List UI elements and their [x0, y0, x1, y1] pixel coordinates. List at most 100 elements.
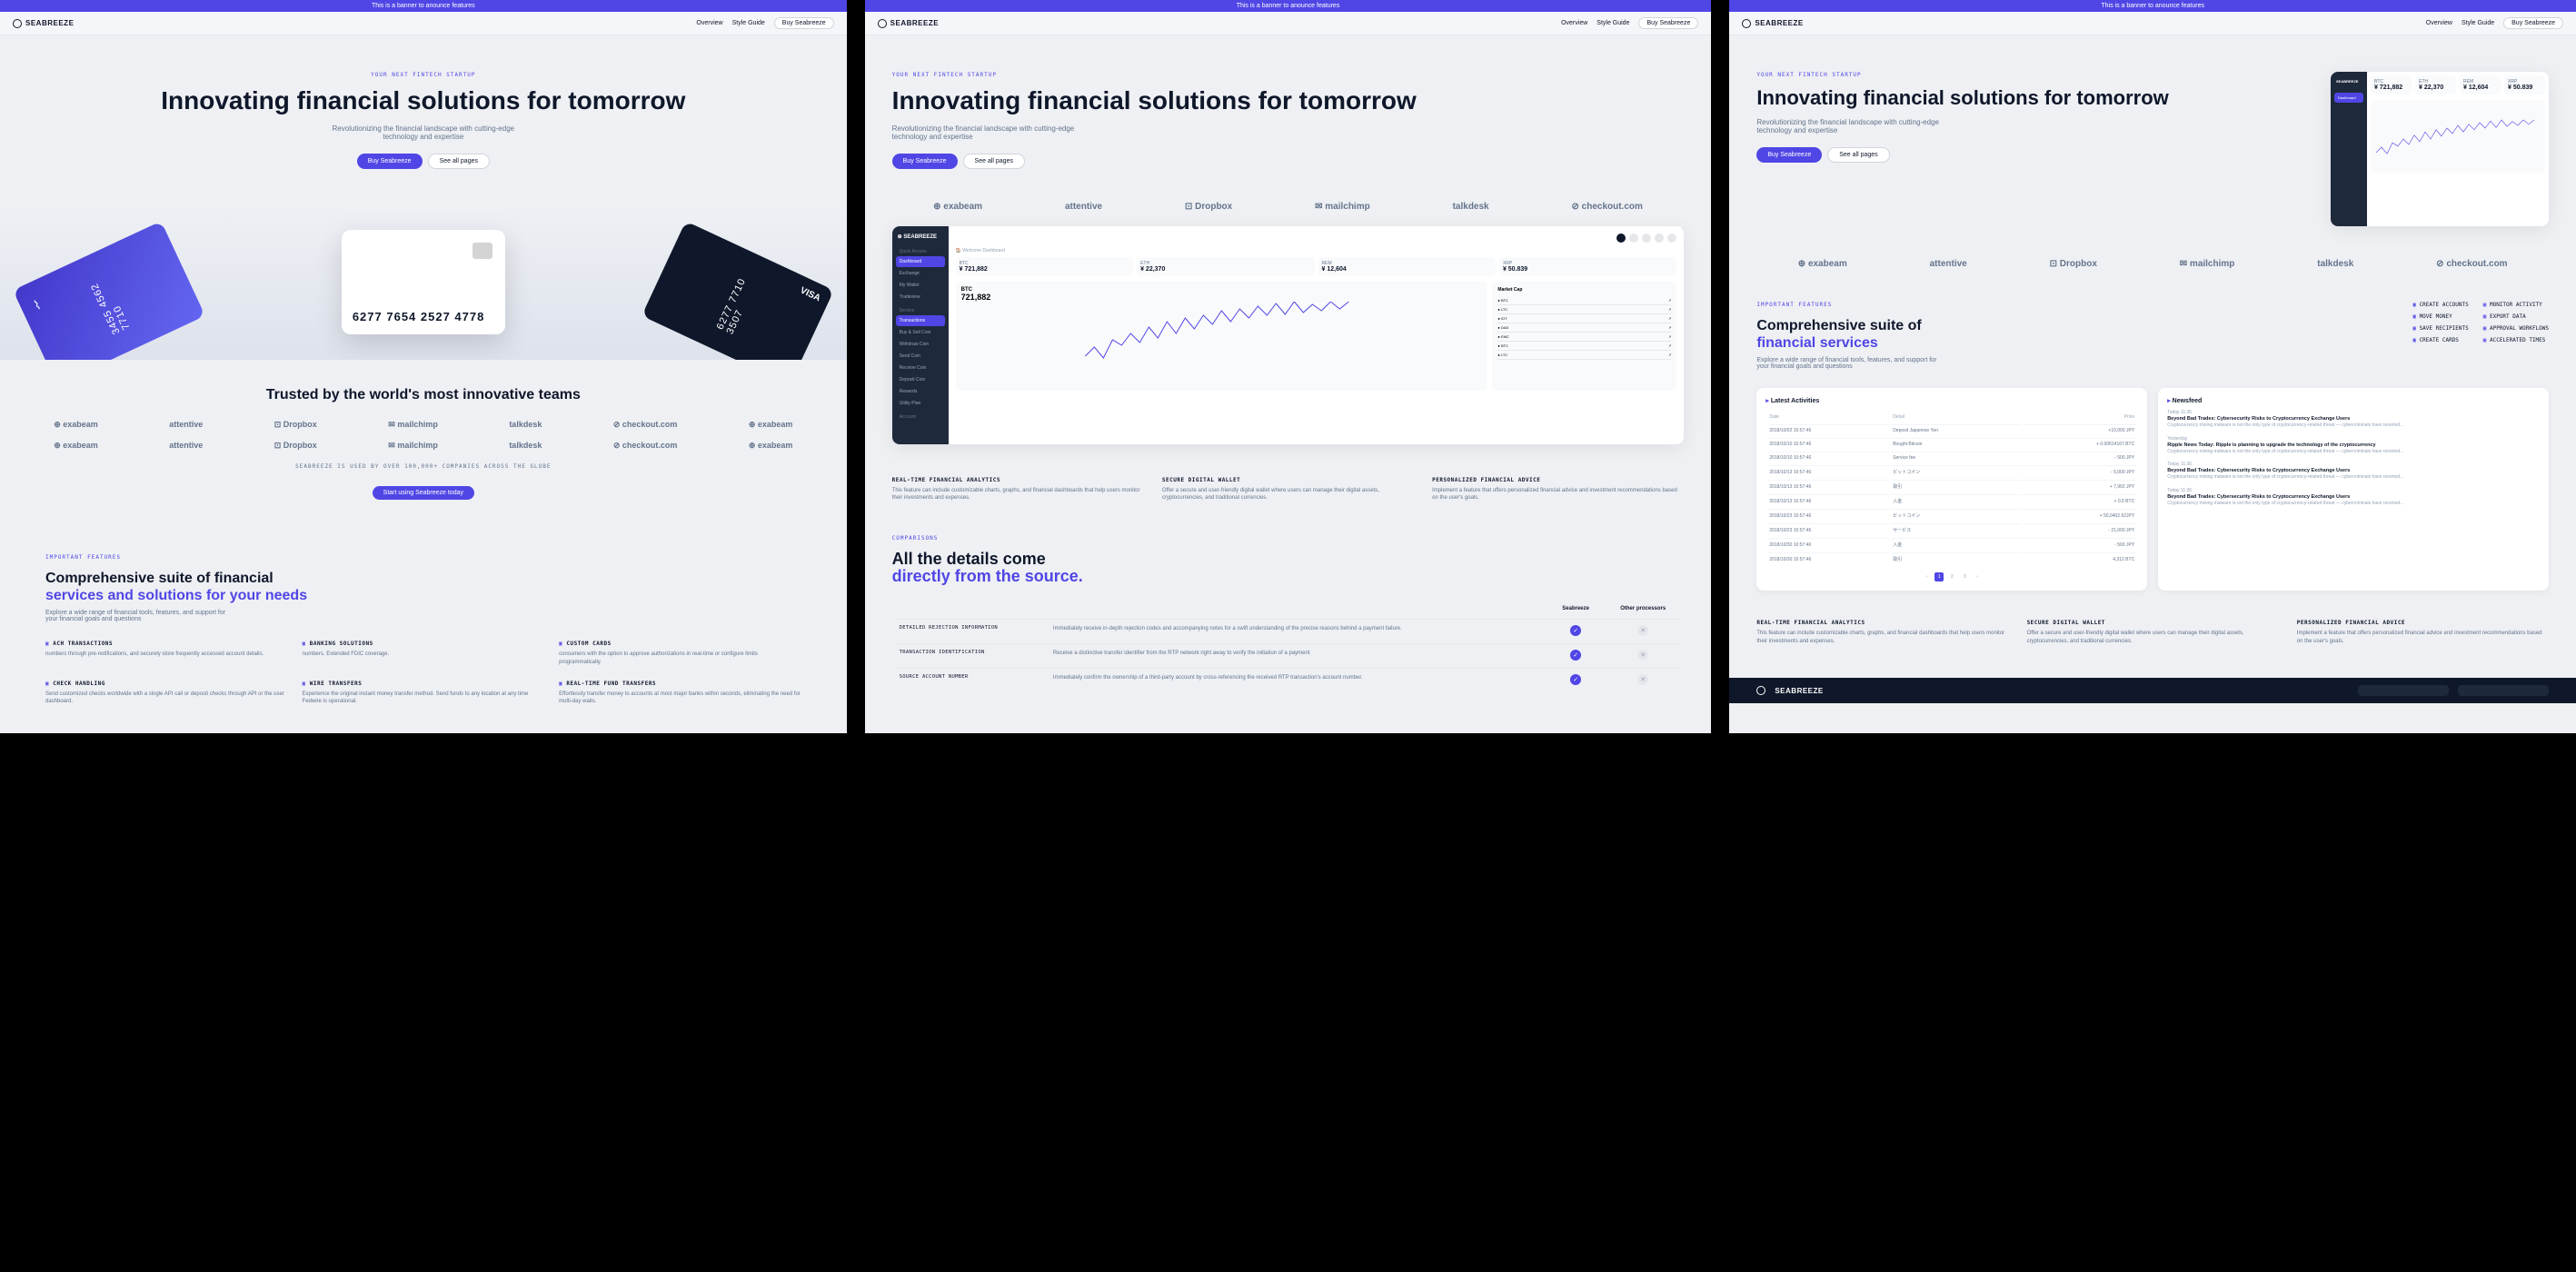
- coin-row[interactable]: ● LTC↗: [1497, 305, 1671, 314]
- footer-input[interactable]: [2358, 685, 2449, 696]
- logo-exabeam: ⊕ exabeam: [933, 202, 982, 212]
- buy-button[interactable]: Buy Seabreeze: [1756, 147, 1822, 163]
- announcement-banner[interactable]: This is a banner to anounce features: [865, 0, 1712, 12]
- page-2[interactable]: 2: [1947, 572, 1956, 581]
- activity-row[interactable]: 2018/10/23 10:57:46ビットコイン+ 50,0402.52JPY: [1767, 509, 2136, 522]
- logo-talkdesk: talkdesk: [509, 420, 542, 429]
- panel-3: This is a banner to anounce features SEA…: [1729, 0, 2576, 733]
- coin-row[interactable]: ● IOT↗: [1497, 314, 1671, 323]
- gear-icon[interactable]: [1642, 234, 1651, 243]
- avatar-icon[interactable]: [1616, 234, 1626, 243]
- see-pages-button[interactable]: See all pages: [963, 154, 1025, 169]
- sidebar-dashboard[interactable]: Dashboard: [2334, 93, 2363, 103]
- page-next[interactable]: ›: [1973, 572, 1982, 581]
- coin-row[interactable]: ● BTC↗: [1497, 296, 1671, 305]
- cross-icon: ✕: [1637, 650, 1648, 661]
- features-title: Comprehensive suite of financialservices…: [45, 570, 801, 604]
- activity-row[interactable]: 2018/10/23 10:57:46サービス- 21,000 JPY: [1767, 523, 2136, 536]
- widget-title: Latest Activities: [1765, 397, 2138, 404]
- breadcrumb: 🏠 Welcome Dashboard: [956, 248, 1677, 253]
- see-pages-button[interactable]: See all pages: [428, 154, 490, 169]
- see-pages-button[interactable]: See all pages: [1827, 147, 1889, 163]
- logo-icon: [1742, 19, 1751, 28]
- nav-overview[interactable]: Overview: [1561, 20, 1587, 26]
- sidebar-deposit[interactable]: Deposit Coin: [896, 374, 945, 385]
- hero-section: YOUR NEXT FINTECH STARTUP Innovating fin…: [865, 35, 1712, 187]
- news-item[interactable]: YesterdayRipple News Today: Ripple is pl…: [2167, 436, 2540, 455]
- page-prev[interactable]: ‹: [1922, 572, 1931, 581]
- sidebar-transactions[interactable]: Transactions: [896, 315, 945, 326]
- announcement-banner[interactable]: This is a banner to anounce features: [0, 0, 847, 12]
- footer-input-2[interactable]: [2458, 685, 2549, 696]
- logo[interactable]: SEABREEZE: [1742, 19, 1803, 28]
- sidebar-utility[interactable]: Utility Plan: [896, 398, 945, 409]
- logo-attentive: attentive: [169, 441, 203, 450]
- bell-icon[interactable]: [1655, 234, 1664, 243]
- feature-pill: EXPORT DATA: [2483, 313, 2549, 320]
- logo-text: SEABREEZE: [890, 19, 939, 27]
- sidebar-exchange[interactable]: Exchange: [896, 268, 945, 279]
- top-nav: SEABREEZE Overview Style Guide Buy Seabr…: [865, 12, 1712, 35]
- coin-row[interactable]: ● EMC↗: [1497, 333, 1671, 342]
- buy-button[interactable]: Buy Seabreeze: [357, 154, 423, 169]
- announcement-banner[interactable]: This is a banner to anounce features: [1729, 0, 2576, 12]
- nav-buy-button[interactable]: Buy Seabreeze: [1638, 17, 1698, 29]
- activity-row[interactable]: 2018/10/13 10:57:46取引+ 7,992 JPY: [1767, 480, 2136, 492]
- nav-style-guide[interactable]: Style Guide: [1596, 20, 1629, 26]
- sidebar-send[interactable]: Send Coin: [896, 351, 945, 362]
- comparison-table: SeabreezeOther processors DETAILED REJEC…: [892, 599, 1685, 692]
- nav-buy-button[interactable]: Buy Seabreeze: [774, 17, 834, 29]
- lightning-icon[interactable]: [1629, 234, 1638, 243]
- stat-cards: BTC¥ 721,882ETH¥ 22,370REM¥ 12,604XRP¥ 5…: [956, 257, 1677, 276]
- start-using-button[interactable]: Start using Seabreeze today: [373, 486, 474, 500]
- activity-row[interactable]: 2018/10/30 10:57:46取引4,312 BTC: [1767, 552, 2136, 565]
- activity-row[interactable]: 2018/10/02 10:57:46Deposit Japanese Yen+…: [1767, 424, 2136, 436]
- activity-row[interactable]: 2018/10/10 10:57:46Bought Bitcoin+ 0.006…: [1767, 438, 2136, 450]
- logo-mailchimp: ✉ mailchimp: [388, 420, 438, 430]
- logo[interactable]: SEABREEZE: [878, 19, 939, 28]
- nav-overview[interactable]: Overview: [696, 20, 722, 26]
- nav-style-guide[interactable]: Style Guide: [732, 20, 765, 26]
- nav-overview[interactable]: Overview: [2426, 20, 2452, 26]
- sidebar-withdraw[interactable]: Withdraw Coin: [896, 339, 945, 350]
- sidebar-buysell[interactable]: Buy & Sell Coin: [896, 327, 945, 338]
- news-item[interactable]: Today 11:36Beyond Bad Trades: Cybersecur…: [2167, 410, 2540, 429]
- trusted-section: Trusted by the world's most innovative t…: [0, 360, 847, 527]
- sidebar-wallet[interactable]: My Wallet: [896, 280, 945, 291]
- activity-row[interactable]: 2018/10/10 10:57:46Service fee- 500 JPY: [1767, 452, 2136, 463]
- activity-row[interactable]: 2018/10/13 10:57:46ビットコイン- 5,000 JPY: [1767, 465, 2136, 478]
- sidebar-tradeview[interactable]: Tradeview: [896, 292, 945, 303]
- stat-card: ETH¥ 22,370: [2415, 75, 2456, 94]
- news-item[interactable]: Today 11:36Beyond Bad Trades: Cybersecur…: [2167, 488, 2540, 507]
- hero-section: YOUR NEXT FINTECH STARTUP Innovating fin…: [1729, 35, 2576, 244]
- news-item[interactable]: Today 11:36Beyond Bad Trades: Cybersecur…: [2167, 462, 2540, 481]
- hero-subtitle: Revolutionizing the financial landscape …: [323, 124, 523, 141]
- features-title: Comprehensive suite offinancial services: [1756, 317, 2385, 352]
- logo-checkout: ⊘ checkout.com: [2436, 259, 2507, 269]
- feature-item: ACH TRANSACTIONSnumbers through pre-noti…: [45, 641, 288, 666]
- coin-row[interactable]: ● LTC↗: [1497, 351, 1671, 360]
- logo[interactable]: SEABREEZE: [13, 19, 74, 28]
- sidebar-receive[interactable]: Receive Coin: [896, 363, 945, 373]
- menu-icon[interactable]: [1667, 234, 1676, 243]
- logo-text: SEABREEZE: [1775, 687, 1823, 695]
- page-1[interactable]: 1: [1934, 572, 1944, 581]
- buy-button[interactable]: Buy Seabreeze: [892, 154, 958, 169]
- nav-buy-button[interactable]: Buy Seabreeze: [2503, 17, 2563, 29]
- activity-row[interactable]: 2018/10/30 10:57:46入金- 500 JPY: [1767, 538, 2136, 551]
- hero-section: YOUR NEXT FINTECH STARTUP Innovating fin…: [0, 35, 847, 187]
- sidebar-dashboard[interactable]: Dashboard: [896, 256, 945, 267]
- feature-pill: CREATE ACCOUNTS: [2412, 302, 2468, 308]
- coin-row[interactable]: ● DAS↗: [1497, 323, 1671, 333]
- cross-icon: ✕: [1637, 674, 1648, 685]
- nav-style-guide[interactable]: Style Guide: [2462, 20, 2494, 26]
- logos-strip: ⊕ exabeam attentive ⊡ Dropbox ✉ mailchim…: [1729, 244, 2576, 283]
- hero-eyebrow: YOUR NEXT FINTECH STARTUP: [1756, 72, 2303, 78]
- hero-title: Innovating financial solutions for tomor…: [1756, 87, 2303, 109]
- sidebar-rewards[interactable]: Rewards: [896, 386, 945, 397]
- trusted-title: Trusted by the world's most innovative t…: [18, 387, 829, 403]
- activity-row[interactable]: 2018/10/13 10:57:46入金+ 0.5 BTC: [1767, 494, 2136, 507]
- chart-line: [961, 302, 1482, 374]
- coin-row[interactable]: ● BTC↗: [1497, 342, 1671, 351]
- page-3[interactable]: 3: [1960, 572, 1969, 581]
